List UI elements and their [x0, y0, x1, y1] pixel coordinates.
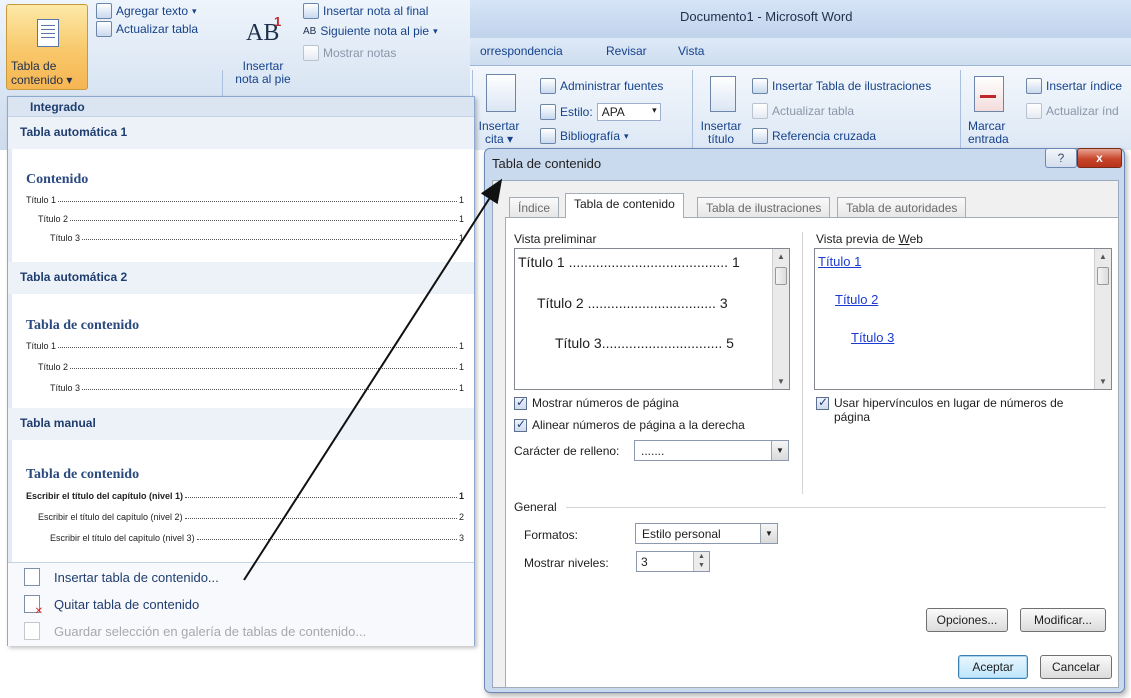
tab-tabla-de-contenido[interactable]: Tabla de contenido [565, 193, 684, 218]
annotation-arrow [243, 178, 503, 581]
